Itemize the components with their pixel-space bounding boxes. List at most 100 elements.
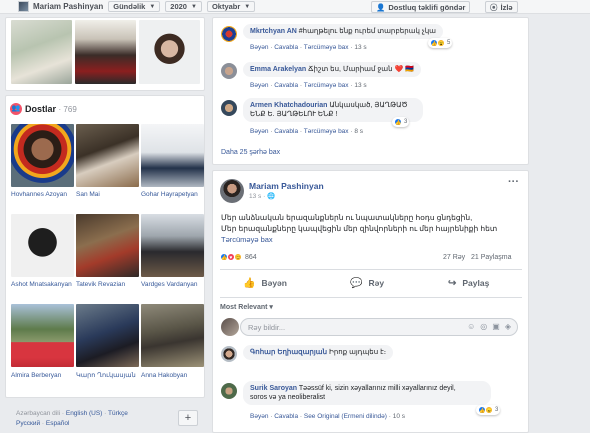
year-value: 2020 (170, 2, 187, 11)
chevron-down-icon: ▼ (149, 3, 156, 10)
comment-time[interactable]: 13 s (354, 82, 366, 89)
input-icons: ☺ ◎ ▣ ◈ (467, 322, 511, 331)
filter-select[interactable]: Gündəlik ▼ (108, 1, 161, 12)
month-select[interactable]: Oktyabr ▼ (206, 1, 256, 12)
gif-icon[interactable]: ▣ (492, 322, 500, 331)
comment-author[interactable]: Գոհար Եղիազարյան (250, 349, 327, 356)
friend-photo[interactable] (141, 304, 204, 367)
friend-photo[interactable] (11, 124, 74, 187)
reply-link[interactable]: Cavabla (274, 44, 298, 51)
more-comments-link[interactable]: Daha 25 şərhə bax (221, 149, 280, 156)
share-button[interactable]: ↪ Paylaş (448, 276, 489, 290)
commenter-avatar[interactable] (221, 63, 237, 79)
wow-icon: 😮 (437, 39, 445, 47)
comment-time[interactable]: 13 s (354, 44, 366, 51)
comment-reactions[interactable]: 👍 😠 3 (476, 405, 501, 415)
reply-link[interactable]: Cavabla (274, 413, 298, 420)
photo-thumb[interactable] (11, 20, 72, 84)
comment-author[interactable]: Mkrtchyan AN (250, 28, 297, 35)
friends-count: · 769 (58, 105, 77, 114)
translate-link[interactable]: Tərcüməyə bax (304, 128, 349, 135)
commenter-avatar[interactable] (221, 26, 237, 42)
commenter-avatar[interactable] (221, 100, 237, 116)
reaction-count: 3 (495, 407, 499, 413)
follow-button[interactable]: ⦿ İzlə (485, 1, 518, 13)
post-stats[interactable]: 27 Rəy 21 Paylaşma (443, 254, 511, 261)
camera-icon[interactable]: ◎ (480, 322, 487, 331)
divider (220, 269, 522, 270)
comment-author[interactable]: Armen Khatchadourian (250, 102, 327, 109)
friend-name[interactable]: Almira Berberyan (11, 371, 74, 380)
comment-time[interactable]: 8 s (354, 128, 363, 135)
language-link[interactable]: Русский (16, 420, 40, 427)
comment-reactions[interactable]: 👍 😮 5 (428, 38, 453, 48)
comment-author[interactable]: Surik Saroyan (250, 385, 297, 392)
see-original-link[interactable]: See Original (Ermeni dilində) (304, 413, 387, 420)
comment-reactions[interactable]: 👍 3 (392, 117, 410, 127)
friend-name[interactable]: Anna Hakobyan (141, 371, 204, 380)
language-list: Русский · Español (16, 420, 70, 427)
add-friend-label: Dostluq təklifi göndər (388, 2, 466, 12)
year-select[interactable]: 2020 ▼ (165, 1, 202, 12)
like-link[interactable]: Bəyən (250, 44, 268, 51)
profile-avatar[interactable] (18, 1, 29, 12)
friend-photo[interactable] (76, 304, 139, 367)
commenter-avatar[interactable] (221, 346, 237, 362)
friend-name[interactable]: Vardges Vardanyan (141, 280, 204, 289)
friend-photo[interactable] (11, 214, 74, 277)
profile-name[interactable]: Mariam Pashinyan (33, 2, 103, 11)
friend-name[interactable]: Hovhannes Azoyan (11, 190, 74, 199)
friend-name[interactable]: San Mai (76, 190, 139, 199)
add-friend-button[interactable]: 👤 Dostluq təklifi göndər (371, 1, 471, 13)
photo-thumb[interactable] (75, 20, 136, 84)
emoji-icon[interactable]: ☺ (467, 322, 475, 331)
like-label: Bəyən (261, 278, 287, 288)
post-meta: 13 s · 🌐 (249, 193, 276, 200)
author-avatar[interactable] (220, 179, 244, 203)
comment-input[interactable]: Rəy bildir... ☺ ◎ ▣ ◈ (240, 318, 518, 336)
translate-link[interactable]: Tərcüməyə bax (304, 44, 349, 51)
friend-name[interactable]: Ashot Mnatsakanyan (11, 280, 74, 289)
photo-thumb[interactable] (139, 20, 200, 84)
comment-author[interactable]: Emma Arakelyan (250, 66, 306, 73)
friend-photo[interactable] (141, 124, 204, 187)
friend-photo[interactable] (76, 214, 139, 277)
sort-value: Most Relevant (220, 304, 268, 311)
comment-label: Rəy (368, 278, 385, 288)
friend-photo[interactable] (76, 124, 139, 187)
post-author[interactable]: Mariam Pashinyan (249, 181, 324, 191)
reply-link[interactable]: Cavabla (274, 82, 298, 89)
commenter-avatar[interactable] (221, 383, 237, 399)
sort-comments-select[interactable]: Most Relevant ▾ (220, 303, 273, 311)
comment-time[interactable]: 10 s (393, 413, 405, 420)
friend-photo[interactable] (141, 214, 204, 277)
language-link[interactable]: English (US) (66, 410, 102, 417)
reply-link[interactable]: Cavabla (274, 128, 298, 135)
add-language-button[interactable]: + (178, 410, 198, 426)
translate-link[interactable]: Tərcüməyə bax (304, 82, 349, 89)
language-list: Azərbaycan dili · English (US) · Türkçe (16, 410, 128, 417)
sticker-icon[interactable]: ◈ (505, 322, 511, 331)
month-value: Oktyabr (211, 2, 241, 11)
friends-title[interactable]: Dostlar · 769 (25, 104, 77, 114)
friends-title-text: Dostlar (25, 104, 57, 114)
like-link[interactable]: Bəyən (250, 128, 268, 135)
friend-name[interactable]: Tatevik Revazian (76, 280, 139, 289)
translate-link[interactable]: Tərcüməyə bax (221, 234, 511, 245)
friend-name[interactable]: Կարո Ղուկասյան (76, 371, 139, 380)
language-link[interactable]: Español (46, 420, 70, 427)
divider (220, 297, 522, 298)
comment-actions: Bəyən · Cavabla · Tərcüməyə bax · 8 s (250, 128, 363, 135)
share-icon: ↪ (448, 277, 457, 289)
reaction-count: 3 (404, 119, 408, 125)
comment-button[interactable]: 💬 Rəy (350, 276, 384, 290)
language-link[interactable]: Türkçe (108, 410, 128, 417)
more-options-icon[interactable]: ··· (508, 176, 519, 188)
friend-photo[interactable] (11, 304, 74, 367)
like-button[interactable]: 👍 Bəyən (243, 276, 287, 290)
friend-name[interactable]: Gohar Hayrapetyan (141, 190, 204, 199)
post-time[interactable]: 13 s (249, 193, 261, 200)
like-link[interactable]: Bəyən (250, 82, 268, 89)
like-link[interactable]: Bəyən (250, 413, 268, 420)
post-reactions[interactable]: 👍 ♥ 😊 864 (220, 253, 257, 261)
